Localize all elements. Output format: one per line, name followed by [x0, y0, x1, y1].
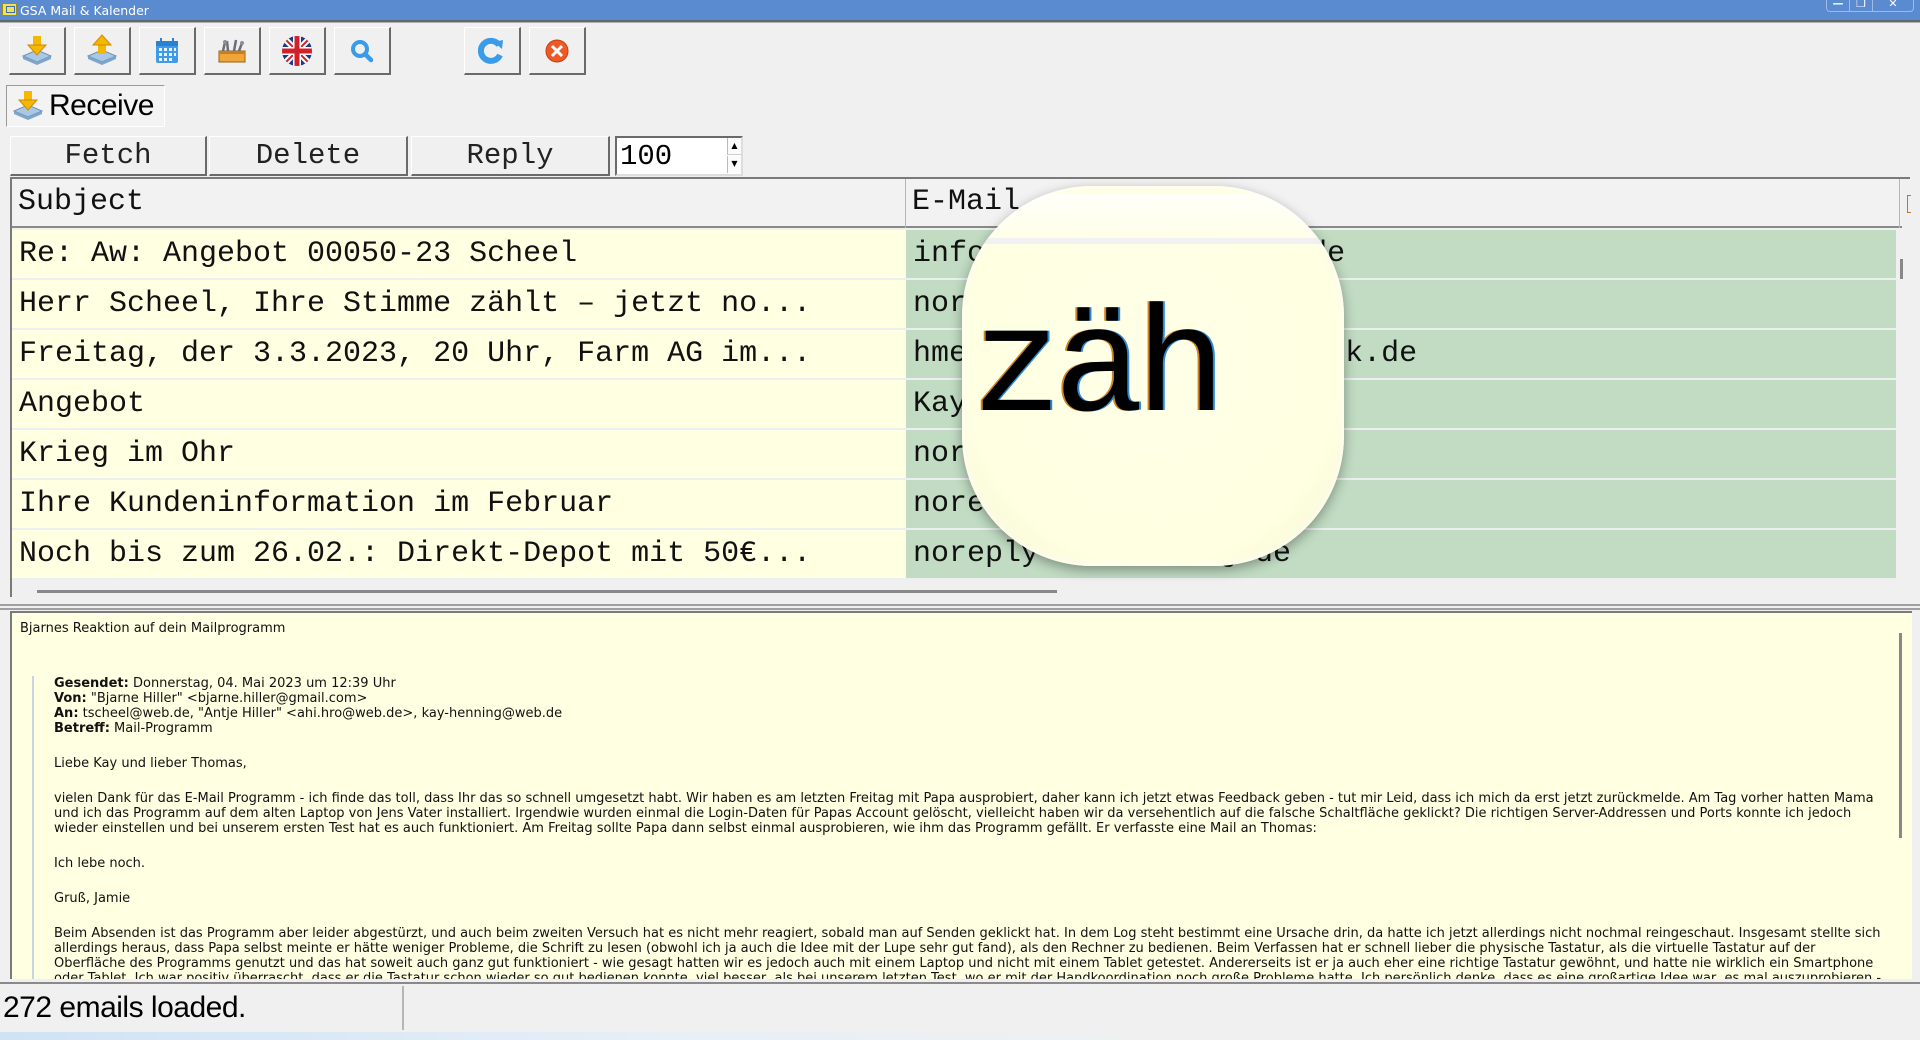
upload-icon: [86, 33, 118, 65]
email-table: Subject E-Mail Re: Aw: Angebot 00050-23 …: [10, 177, 1911, 597]
close-window-button[interactable]: ✕: [1873, 0, 1913, 11]
table-header: Subject E-Mail: [12, 179, 1911, 228]
spinner-down-arrow-icon[interactable]: ▼: [727, 156, 741, 173]
subject-cell[interactable]: Herr Scheel, Ihre Stimme zählt – jetzt n…: [12, 280, 906, 330]
email-preview-pane: Bjarnes Reaktion auf dein Mailprogramm G…: [10, 611, 1912, 979]
delete-button[interactable]: Delete: [209, 136, 408, 176]
receive-mode-label: Receive: [6, 85, 165, 127]
lens-glare: [976, 194, 1326, 254]
table-row[interactable]: Krieg im Ohrnor f.de: [12, 430, 1896, 480]
email-count-value[interactable]: 100: [620, 140, 672, 173]
subject-cell[interactable]: Krieg im Ohr: [12, 430, 906, 480]
column-resize-marker[interactable]: [1907, 195, 1911, 213]
table-horizontal-scrollbar[interactable]: [37, 590, 1057, 593]
magnifier-icon: [351, 39, 374, 62]
header-sent: Gesendet: Donnerstag, 04. Mai 2023 um 12…: [54, 676, 396, 691]
exit-toolbar-button[interactable]: [529, 27, 586, 75]
toolbox-icon: [218, 39, 246, 62]
refresh-icon: [477, 37, 503, 64]
app-mail-icon: [2, 3, 17, 16]
column-header-subject[interactable]: Subject: [12, 179, 906, 228]
subject-cell[interactable]: Ihre Kundeninformation im Februar: [12, 480, 906, 530]
table-row[interactable]: Herr Scheel, Ihre Stimme zählt – jetzt n…: [12, 280, 1896, 330]
header-to: An: tscheel@web.de, "Antje Hiller" <ahi.…: [54, 706, 563, 721]
restore-button[interactable]: ❐: [1850, 0, 1873, 11]
magnifier-toolbar-button[interactable]: [334, 27, 391, 75]
preview-scrollbar-thumb[interactable]: [1899, 633, 1902, 838]
table-row[interactable]: Freitag, der 3.3.2023, 20 Uhr, Farm AG i…: [12, 330, 1896, 380]
refresh-toolbar-button[interactable]: [464, 27, 521, 75]
quoted-message: Gesendet: Donnerstag, 04. Mai 2023 um 12…: [32, 676, 1882, 979]
send-toolbar-button[interactable]: [74, 27, 131, 75]
tools-toolbar-button[interactable]: [204, 27, 261, 75]
subject-cell[interactable]: Freitag, der 3.3.2023, 20 Uhr, Farm AG i…: [12, 330, 906, 380]
table-row[interactable]: Re: Aw: Angebot 00050-23 Scheelinfo n.de: [12, 230, 1896, 280]
subject-cell[interactable]: Re: Aw: Angebot 00050-23 Scheel: [12, 230, 906, 280]
uk-flag-icon: [282, 35, 312, 66]
pane-splitter[interactable]: [0, 604, 1920, 610]
magnified-text: zäh: [972, 286, 1226, 456]
status-message: 272 emails loaded.: [0, 986, 404, 1030]
body-paragraph-1: vielen Dank für das E-Mail Programm - ic…: [54, 791, 1874, 836]
reply-button[interactable]: Reply: [411, 136, 610, 176]
status-bar: 272 emails loaded.: [0, 982, 1920, 1030]
table-row[interactable]: Noch bis zum 26.02.: Direkt-Depot mit 50…: [12, 530, 1896, 580]
window-title: GSA Mail & Kalender: [20, 3, 149, 18]
title-bar: GSA Mail & Kalender — ❐ ✕: [0, 0, 1920, 22]
table-row[interactable]: AngebotKay ck.de: [12, 380, 1896, 430]
preview-subject: Bjarnes Reaktion auf dein Mailprogramm: [20, 621, 286, 636]
magnifier-lens[interactable]: zäh: [962, 186, 1344, 566]
titlebar-separator: [0, 22, 1920, 25]
table-vertical-scrollbar[interactable]: [1900, 259, 1903, 279]
quoted-line: Ich lebe noch.: [54, 856, 146, 871]
calendar-toolbar-button[interactable]: [139, 27, 196, 75]
calendar-icon: [156, 37, 178, 63]
spinner-up-arrow-icon[interactable]: ▲: [727, 138, 741, 155]
email-count-spinner[interactable]: 100 ▲ ▼: [615, 136, 743, 176]
table-row[interactable]: Ihre Kundeninformation im Februar nore: [12, 480, 1896, 530]
close-circle-icon: [545, 39, 569, 62]
subject-cell[interactable]: Noch bis zum 26.02.: Direkt-Depot mit 50…: [12, 530, 906, 580]
download-icon: [21, 35, 53, 65]
minimize-button[interactable]: —: [1827, 0, 1850, 11]
window-controls: — ❐ ✕: [1826, 0, 1914, 12]
greeting: Liebe Kay und lieber Thomas,: [54, 756, 247, 771]
mode-title: Receive: [49, 89, 154, 122]
receive-toolbar-button[interactable]: [9, 27, 66, 75]
taskbar-edge: [0, 1032, 1920, 1040]
subject-cell[interactable]: Angebot: [12, 380, 906, 430]
download-icon: [12, 91, 44, 120]
header-subject: Betreff: Mail-Programm: [54, 721, 213, 736]
body-paragraph-2: Beim Absenden ist das Programm aber leid…: [54, 926, 1882, 979]
language-toolbar-button[interactable]: [269, 27, 326, 75]
header-from: Von: "Bjarne Hiller" <bjarne.hiller@gmai…: [54, 691, 368, 706]
fetch-button[interactable]: Fetch: [10, 136, 207, 176]
signoff: Gruß, Jamie: [54, 891, 131, 906]
